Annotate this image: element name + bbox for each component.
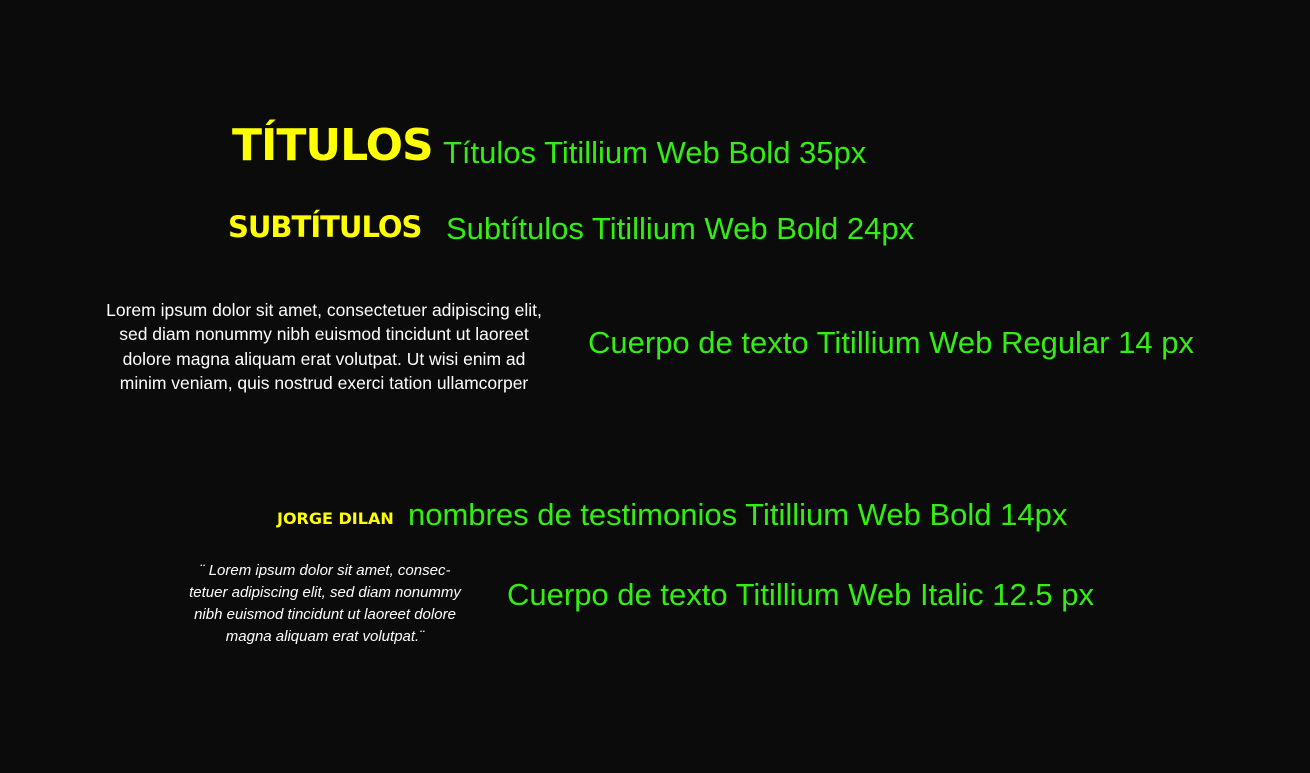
testimonial-quote-description: Cuerpo de texto Titillium Web Italic 12.…: [507, 577, 1094, 612]
quote-line: nibh euismod tincidunt ut laoreet dolore: [194, 606, 456, 623]
body-text-line: Lorem ipsum dolor sit amet, consectetuer…: [106, 300, 542, 320]
quote-line: magna aliquam erat volutpat.¨: [225, 628, 425, 645]
quote-line: tetuer adipiscing elit, sed diam nonummy: [189, 584, 461, 601]
quote-line: ¨ Lorem ipsum dolor sit amet, consec-: [199, 562, 451, 579]
body-text-sample: Lorem ipsum dolor sit amet, consectetuer…: [86, 298, 562, 395]
title-style-description: Títulos Titillium Web Bold 35px: [443, 135, 867, 170]
body-text-description: Cuerpo de texto Titillium Web Regular 14…: [588, 325, 1194, 360]
testimonial-name-description: nombres de testimonios Titillium Web Bol…: [408, 497, 1068, 532]
subtitle-style-description: Subtítulos Titillium Web Bold 24px: [446, 211, 915, 246]
testimonial-name-sample: JORGE DILAN: [277, 509, 394, 528]
testimonial-quote-sample: ¨ Lorem ipsum dolor sit amet, consec- te…: [176, 560, 474, 648]
body-text-line: sed diam nonummy nibh euismod tincidunt …: [119, 324, 529, 345]
subtitle-style-sample: SUBTÍTULOS: [228, 210, 422, 244]
body-text-line: minim veniam, quis nostrud exerci tation…: [119, 372, 529, 393]
title-style-sample: TÍTULOS: [232, 120, 434, 171]
body-text-line: dolore magna aliquam erat volutpat. Ut w…: [122, 348, 526, 369]
